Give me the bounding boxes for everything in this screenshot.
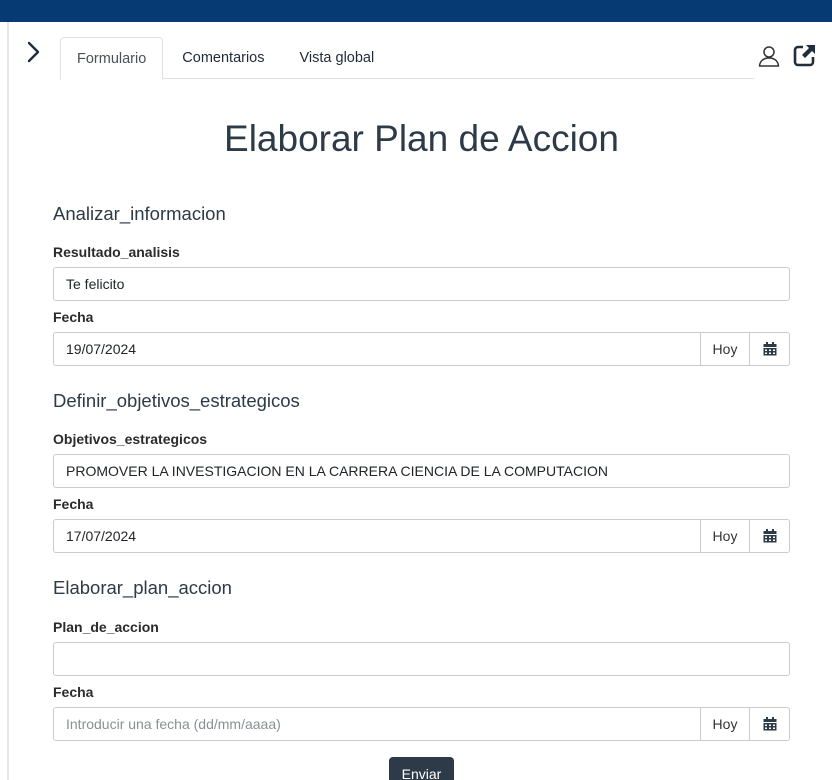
- field-label: Plan_de_accion: [53, 619, 159, 635]
- fecha-input[interactable]: [53, 519, 700, 553]
- date-field-group: Hoy: [53, 519, 790, 553]
- chevron-right-icon: [27, 41, 40, 63]
- tab-comentarios[interactable]: Comentarios: [163, 37, 282, 79]
- top-bar: [0, 0, 832, 22]
- field-label: Fecha: [53, 309, 94, 325]
- date-field-group: Hoy: [53, 332, 790, 366]
- section-elaborar-plan-accion: Elaborar_plan_accion Plan_de_accion Fech…: [53, 576, 790, 741]
- sidebar-expand-button[interactable]: [22, 39, 44, 65]
- fecha-input[interactable]: [53, 332, 700, 366]
- tab-bar: Formulario Comentarios Vista global: [60, 37, 754, 80]
- calendar-button[interactable]: [750, 519, 790, 553]
- user-icon: [758, 46, 780, 67]
- open-external-button[interactable]: [792, 42, 818, 68]
- calendar-icon: [763, 342, 776, 356]
- date-field-group: Hoy: [53, 707, 790, 741]
- section-title: Analizar_informacion: [53, 203, 226, 224]
- section-title: Definir_objetivos_estrategicos: [53, 390, 300, 411]
- today-button[interactable]: Hoy: [700, 332, 750, 366]
- field-label: Objetivos_estrategicos: [53, 431, 208, 447]
- calendar-icon: [763, 529, 776, 543]
- section-title: Elaborar_plan_accion: [53, 577, 232, 598]
- field-label: Fecha: [53, 496, 94, 512]
- field-label: Fecha: [53, 684, 94, 700]
- resultado-analisis-input[interactable]: [53, 267, 790, 301]
- calendar-button[interactable]: [750, 332, 790, 366]
- section-analizar-informacion: Analizar_informacion Resultado_analisis …: [53, 202, 790, 366]
- submit-button[interactable]: Enviar: [389, 757, 454, 780]
- external-link-icon: [793, 45, 815, 67]
- tab-vista-global[interactable]: Vista global: [283, 37, 392, 79]
- page-title: Elaborar Plan de Accion: [224, 118, 619, 159]
- today-button[interactable]: Hoy: [700, 519, 750, 553]
- calendar-button[interactable]: [750, 707, 790, 741]
- fecha-input[interactable]: [53, 707, 700, 741]
- calendar-icon: [763, 717, 776, 731]
- field-label: Resultado_analisis: [53, 244, 180, 260]
- plan-de-accion-input[interactable]: [53, 642, 790, 676]
- objetivos-estrategicos-input[interactable]: [53, 454, 790, 488]
- tab-formulario[interactable]: Formulario: [60, 37, 164, 80]
- user-button[interactable]: [756, 43, 782, 69]
- left-divider: [7, 22, 9, 780]
- section-definir-objetivos: Definir_objetivos_estrategicos Objetivos…: [53, 389, 790, 553]
- today-button[interactable]: Hoy: [700, 707, 750, 741]
